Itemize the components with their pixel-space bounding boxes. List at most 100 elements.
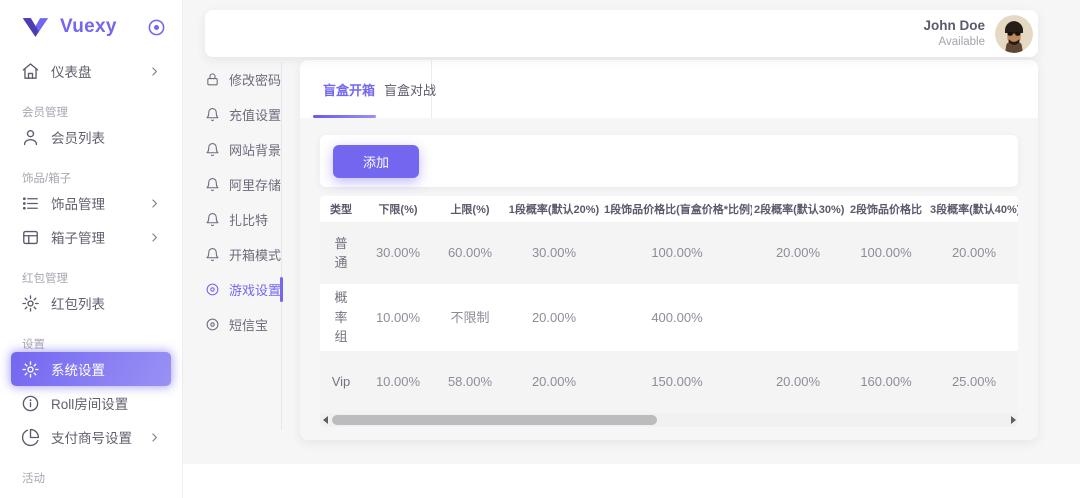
header-card: John Doe Available xyxy=(205,10,1038,57)
table-cell: 20.00% xyxy=(928,222,1018,284)
table-row: 概率组10.00%不限制20.00%400.00% xyxy=(320,284,1018,351)
brand-name: Vuexy xyxy=(60,16,117,38)
main-card: 盲盒开箱盲盒对战 添加 类型下限(%)上限(%)1段概率(默认20%)1段饰品价… xyxy=(300,60,1038,440)
disc-icon xyxy=(205,317,220,332)
sidebar-item[interactable]: 饰品管理 xyxy=(11,186,171,220)
sidebar-item-label: 仪表盘 xyxy=(51,61,92,81)
horizontal-scrollbar[interactable] xyxy=(320,413,1018,427)
user-texts: John Doe Available xyxy=(923,18,985,49)
table-header-cell: 1段饰品价格比(盲盒价格*比例) xyxy=(602,196,752,222)
table-cell: 30.00% xyxy=(506,222,602,284)
sidebar-section-label: 会员管理 xyxy=(22,104,160,120)
table-cell: 20.00% xyxy=(506,284,602,351)
table-cell xyxy=(928,284,1018,351)
bell-icon xyxy=(205,212,220,227)
table-row: 普通30.00%60.00%30.00%100.00%20.00%100.00%… xyxy=(320,222,1018,284)
settings-nav-item[interactable]: 短信宝 xyxy=(205,307,281,342)
sidebar-item[interactable]: 红包列表 xyxy=(11,286,171,320)
vuexy-logo-icon xyxy=(20,17,50,38)
sidebar-item[interactable]: 支付商号设置 xyxy=(11,420,171,454)
table-cell: 400.00% xyxy=(602,284,752,351)
settings-nav-item[interactable]: 阿里存储 xyxy=(205,167,281,202)
sidebar-item[interactable]: Roll房间设置 xyxy=(11,386,171,420)
table-cell: 160.00% xyxy=(844,351,928,413)
settings-nav-item-label: 扎比特 xyxy=(229,210,268,229)
tab[interactable]: 盲盒开箱 xyxy=(323,60,375,118)
table-header-cell: 1段概率(默认20%) xyxy=(506,196,602,222)
table-header-row: 类型下限(%)上限(%)1段概率(默认20%)1段饰品价格比(盲盒价格*比例)2… xyxy=(320,196,1018,222)
settings-nav-item[interactable]: 开箱模式 xyxy=(205,237,281,272)
info-icon xyxy=(21,394,40,413)
settings-nav: 修改密码充值设置网站背景阿里存储扎比特开箱模式游戏设置短信宝 xyxy=(205,62,282,430)
table-cell xyxy=(844,284,928,351)
table-header-cell: 下限(%) xyxy=(362,196,434,222)
table-cell: Vip xyxy=(320,351,362,413)
user-menu[interactable]: John Doe Available xyxy=(923,15,1033,53)
table-cell: 58.00% xyxy=(434,351,506,413)
table-cell: 100.00% xyxy=(844,222,928,284)
logo-row: Vuexy xyxy=(0,0,182,54)
user-icon xyxy=(21,128,40,147)
add-button[interactable]: 添加 xyxy=(333,145,419,178)
sidebar-item[interactable]: 系统设置 xyxy=(11,352,171,386)
user-avatar[interactable] xyxy=(995,15,1033,53)
sidebar: Vuexy 仪表盘会员管理会员列表饰品/箱子饰品管理箱子管理红包管理红包列表设置… xyxy=(0,0,183,498)
scrollbar-track[interactable] xyxy=(330,413,1008,427)
sidebar-item-label: 红包列表 xyxy=(51,293,105,313)
toolbar-card: 添加 xyxy=(320,135,1018,187)
settings-nav-item[interactable]: 游戏设置 xyxy=(205,272,281,307)
sidebar-item-label: 系统设置 xyxy=(51,359,105,379)
pie-icon xyxy=(21,428,40,447)
sidebar-item[interactable]: 箱子管理 xyxy=(11,220,171,254)
sidebar-section-label: 红包管理 xyxy=(22,270,160,286)
chevron-icon xyxy=(148,431,161,444)
table-cell: 100.00% xyxy=(602,222,752,284)
table-header-cell: 3段概率(默认40%) xyxy=(928,196,1018,222)
chevron-icon xyxy=(148,65,161,78)
table-cell: 30.00% xyxy=(362,222,434,284)
settings-table: 类型下限(%)上限(%)1段概率(默认20%)1段饰品价格比(盲盒价格*比例)2… xyxy=(320,196,1018,413)
sidebar-item[interactable]: 会员列表 xyxy=(11,120,171,154)
scrollbar-thumb[interactable] xyxy=(332,415,657,425)
sidebar-section-label: 活动 xyxy=(22,470,160,486)
settings-nav-item-label: 短信宝 xyxy=(229,315,268,334)
bell-icon xyxy=(205,142,220,157)
tab-bar: 盲盒开箱盲盒对战 xyxy=(300,60,432,118)
table-cell: 不限制 xyxy=(434,284,506,351)
menu-pin-toggle-icon[interactable] xyxy=(147,18,166,37)
table-cell: 20.00% xyxy=(752,222,844,284)
sidebar-item[interactable]: 仪表盘 xyxy=(11,54,171,88)
table-cell: 概率组 xyxy=(320,284,362,351)
settings-nav-item-label: 开箱模式 xyxy=(229,245,281,264)
settings-nav-item[interactable]: 扎比特 xyxy=(205,202,281,237)
table-cell: 普通 xyxy=(320,222,362,284)
table-header-cell: 2段饰品价格比 xyxy=(844,196,928,222)
page: Vuexy 仪表盘会员管理会员列表饰品/箱子饰品管理箱子管理红包管理红包列表设置… xyxy=(0,0,1080,498)
settings-nav-item-label: 充值设置 xyxy=(229,105,281,124)
gear-icon xyxy=(21,360,40,379)
settings-nav-item-label: 网站背景 xyxy=(229,140,281,159)
settings-nav-item[interactable]: 网站背景 xyxy=(205,132,281,167)
settings-nav-item-label: 游戏设置 xyxy=(229,280,281,299)
chevron-icon xyxy=(148,197,161,210)
table-header-cell: 类型 xyxy=(320,196,362,222)
disc-icon xyxy=(205,282,220,297)
tab[interactable]: 盲盒对战 xyxy=(384,60,436,118)
settings-nav-item[interactable]: 充值设置 xyxy=(205,97,281,132)
scroll-left-arrow[interactable] xyxy=(320,413,330,427)
settings-nav-item-label: 阿里存储 xyxy=(229,175,281,194)
bell-icon xyxy=(205,247,220,262)
table-cell: 60.00% xyxy=(434,222,506,284)
scroll-right-arrow[interactable] xyxy=(1008,413,1018,427)
table-card: 类型下限(%)上限(%)1段概率(默认20%)1段饰品价格比(盲盒价格*比例)2… xyxy=(320,196,1018,427)
table-header-cell: 2段概率(默认30%) xyxy=(752,196,844,222)
sidebar-item-label: Roll房间设置 xyxy=(51,393,128,413)
table-cell: 10.00% xyxy=(362,284,434,351)
sidebar-section-label: 饰品/箱子 xyxy=(22,170,160,186)
table-cell: 150.00% xyxy=(602,351,752,413)
box-icon xyxy=(21,228,40,247)
table-cell xyxy=(752,284,844,351)
settings-nav-item[interactable]: 修改密码 xyxy=(205,62,281,97)
tab-content: 添加 类型下限(%)上限(%)1段概率(默认20%)1段饰品价格比(盲盒价格*比… xyxy=(300,118,1038,440)
home-icon xyxy=(21,62,40,81)
